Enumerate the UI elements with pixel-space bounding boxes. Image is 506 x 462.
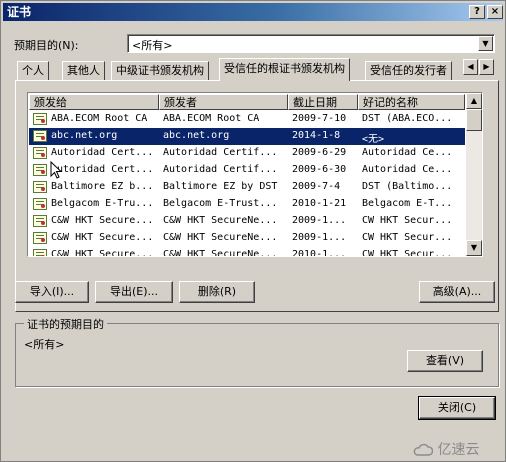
close-window-button[interactable]: × — [487, 5, 503, 19]
table-cell: C&W HKT SecureNe... — [163, 249, 278, 257]
column-expiration-date[interactable]: 截止日期 — [288, 94, 358, 110]
group-title: 证书的预期目的 — [24, 316, 107, 332]
table-cell: Belgacom E-Trust... — [163, 198, 278, 209]
certificate-list[interactable]: 颁发给 颁发者 截止日期 好记的名称 ABA.ECOM Root CA ABA.E… — [27, 92, 483, 257]
cloud-logo-icon — [413, 443, 434, 456]
table-cell: 2010-1... — [292, 249, 347, 257]
mouse-cursor-icon — [50, 161, 62, 179]
table-cell: Autoridad Cert... — [51, 164, 154, 175]
table-cell: Baltimore EZ b... — [51, 181, 154, 192]
table-cell: CW HKT Secur... — [362, 215, 453, 226]
table-cell: Autoridad Ce... — [362, 164, 453, 175]
table-cell: 2009-7-10 — [292, 113, 347, 124]
tab-scroll-right-button[interactable]: ▶ — [479, 59, 494, 75]
table-row[interactable]: abc.net.org abc.net.org 2014-1-8 <无> — [29, 128, 465, 145]
certificate-icon — [33, 198, 47, 210]
help-button[interactable]: ? — [469, 5, 485, 19]
column-issued-by[interactable]: 颁发者 — [159, 94, 288, 110]
table-cell: Belgacom E-Tru... — [51, 198, 154, 209]
table-cell: C&W HKT Secure... — [51, 215, 154, 226]
table-row[interactable]: C&W HKT Secure... C&W HKT SecureNe... 2009… — [29, 213, 465, 230]
table-cell: ABA.ECOM Root CA — [51, 113, 148, 124]
table-cell: Baltimore EZ by DST — [163, 181, 278, 192]
table-row[interactable]: Autoridad Cert... Autoridad Certif... 2009… — [29, 162, 465, 179]
dropdown-arrow-icon[interactable]: ▼ — [478, 36, 493, 51]
table-cell: C&W HKT Secure... — [51, 249, 154, 257]
table-cell: Belgacom E-T... — [362, 198, 453, 209]
table-cell: 2009-1... — [292, 215, 347, 226]
table-cell: 2014-1-8 — [292, 130, 341, 141]
certificate-icon — [33, 181, 47, 193]
table-cell: DST (ABA.ECO... — [362, 113, 453, 124]
tab-trusted-root-ca[interactable]: 受信任的根证书颁发机构 — [219, 58, 350, 81]
table-cell: abc.net.org — [51, 130, 118, 141]
tab-personal[interactable]: 个人 — [17, 61, 49, 80]
table-cell: CW HKT Secur... — [362, 249, 453, 257]
purpose-label: 预期目的(N): — [14, 39, 79, 52]
table-row[interactable]: C&W HKT Secure... C&W HKT SecureNe... 2009… — [29, 230, 465, 247]
column-issued-to[interactable]: 颁发给 — [29, 94, 159, 110]
title-bar: 证书 — [3, 3, 503, 21]
table-cell: Autoridad Certif... — [163, 147, 278, 158]
certificate-icon — [33, 249, 47, 256]
table-cell: Autoridad Certif... — [163, 164, 278, 175]
table-row[interactable]: ABA.ECOM Root CA ABA.ECOM Root CA 2009-7-1… — [29, 111, 465, 128]
table-row[interactable]: Baltimore EZ b... Baltimore EZ by DST 2009… — [29, 179, 465, 196]
certificate-icon — [33, 232, 47, 244]
certificate-icon — [33, 164, 47, 176]
tab-scroll-left-button[interactable]: ◀ — [463, 59, 478, 75]
tab-intermediate-ca[interactable]: 中级证书颁发机构 — [111, 61, 209, 80]
tab-trusted-publishers[interactable]: 受信任的发行者 — [365, 61, 452, 80]
table-cell: DST (Baltimo... — [362, 181, 453, 192]
table-cell: abc.net.org — [163, 130, 230, 141]
import-button[interactable]: 导入(I)... — [15, 281, 89, 303]
window-title: 证书 — [7, 5, 32, 19]
table-row[interactable]: Belgacom E-Tru... Belgacom E-Trust... 2010… — [29, 196, 465, 213]
table-cell: ABA.ECOM Root CA — [163, 113, 260, 124]
purpose-select-value: <所有> — [132, 39, 173, 52]
certificate-icon — [33, 147, 47, 159]
table-row[interactable]: C&W HKT Secure... C&W HKT SecureNe... 2010… — [29, 247, 465, 257]
certificates-dialog: 证书 ? × 预期目的(N): <所有> ▼ 个人 其他人 中级证书颁发机构 受… — [0, 0, 506, 462]
table-cell: <无> — [362, 134, 385, 145]
list-header: 颁发给 颁发者 截止日期 好记的名称 — [29, 94, 465, 110]
tab-other-people[interactable]: 其他人 — [62, 61, 105, 80]
table-cell: C&W HKT Secure... — [51, 232, 154, 243]
watermark-text: 亿速云 — [437, 442, 480, 458]
list-scrollbar[interactable]: ▲ ▼ — [466, 93, 482, 256]
remove-button[interactable]: 删除(R) — [179, 281, 255, 303]
certificate-icon — [33, 215, 47, 227]
table-cell: CW HKT Secur... — [362, 232, 453, 243]
column-friendly-name[interactable]: 好记的名称 — [358, 94, 465, 110]
scroll-thumb[interactable] — [466, 109, 482, 131]
table-cell: C&W HKT SecureNe... — [163, 215, 278, 226]
scroll-up-icon[interactable]: ▲ — [466, 93, 482, 109]
close-button[interactable]: 关闭(C) — [418, 396, 496, 420]
table-cell: 2009-7-4 — [292, 181, 341, 192]
purpose-select[interactable]: <所有> ▼ — [127, 34, 495, 53]
table-cell: Autoridad Ce... — [362, 147, 453, 158]
watermark: 亿速云 — [413, 439, 479, 459]
scroll-down-icon[interactable]: ▼ — [466, 240, 482, 256]
certificate-icon — [33, 113, 47, 125]
table-cell: Autoridad Cert... — [51, 147, 154, 158]
table-cell: C&W HKT SecureNe... — [163, 232, 278, 243]
table-cell: 2009-6-29 — [292, 147, 347, 158]
table-cell: 2009-6-30 — [292, 164, 347, 175]
view-button[interactable]: 查看(V) — [407, 350, 483, 372]
certificate-icon — [33, 130, 47, 142]
group-purposes-value: <所有> — [24, 338, 65, 351]
table-cell: 2009-1... — [292, 232, 347, 243]
table-row[interactable]: Autoridad Cert... Autoridad Certif... 2009… — [29, 145, 465, 162]
advanced-button[interactable]: 高级(A)... — [419, 281, 495, 303]
table-cell: 2010-1-21 — [292, 198, 347, 209]
intended-purposes-group: 证书的预期目的 <所有> 查看(V) — [15, 316, 499, 387]
export-button[interactable]: 导出(E)... — [95, 281, 173, 303]
